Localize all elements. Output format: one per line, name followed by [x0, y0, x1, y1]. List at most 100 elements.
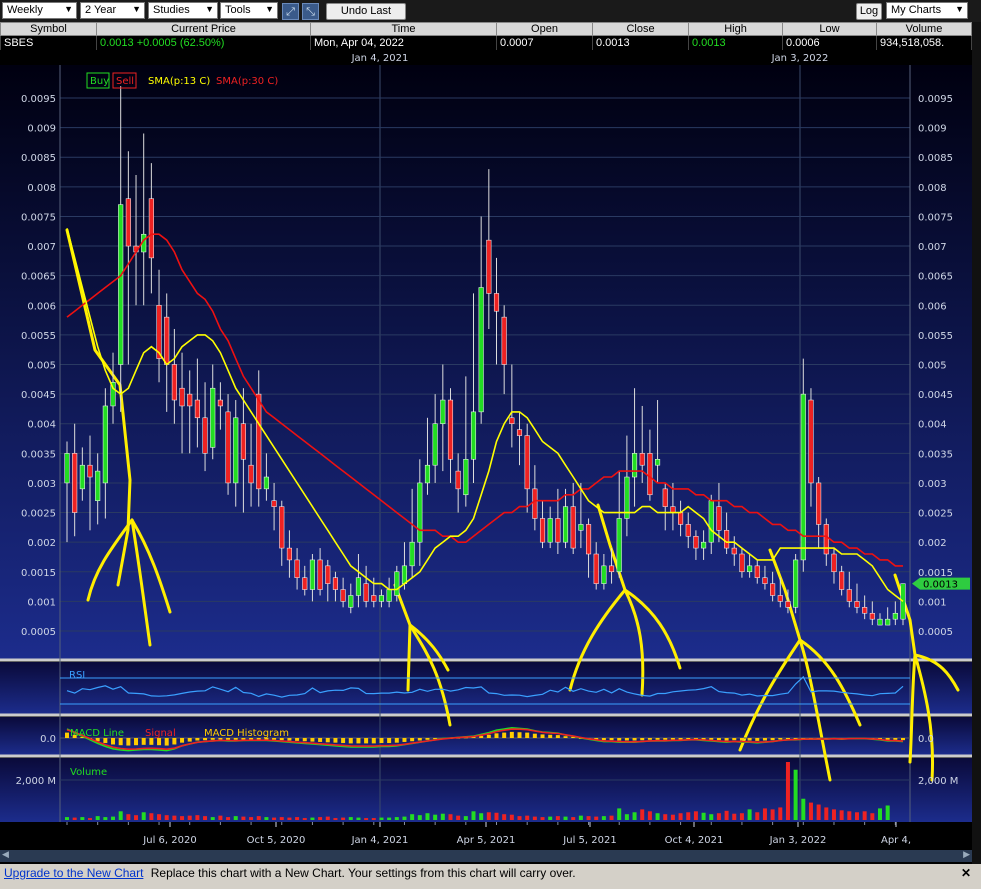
studies-select[interactable]: Studies ▼: [148, 2, 218, 19]
close-icon[interactable]: ✕: [961, 864, 971, 882]
volume-bar: [141, 812, 146, 820]
log-scale-button[interactable]: Log: [856, 3, 882, 20]
y-tick-label-right: 0.0015: [918, 568, 953, 579]
undo-last-button[interactable]: Undo Last: [326, 3, 406, 20]
y-tick-label: 0.0005: [21, 627, 56, 638]
macd-histogram-bar: [709, 738, 714, 740]
macd-histogram-bar: [149, 738, 154, 745]
candle-body: [455, 470, 461, 490]
candle-body: [647, 453, 653, 496]
chart-svg[interactable]: 0.0005 0.0005 0.001 0.001 0.0015 0.0015 0.002 0…: [0, 50, 972, 850]
macd-histogram-bar: [141, 738, 146, 745]
tools-select[interactable]: Tools ▼: [220, 2, 278, 19]
candle-body: [808, 399, 814, 484]
my-charts-select[interactable]: My Charts ▼: [886, 2, 968, 19]
y-tick-label: 0.007: [27, 242, 56, 253]
volume-bar: [839, 810, 844, 820]
volume-bar: [371, 818, 376, 820]
y-tick-label-right: 0.0055: [918, 331, 953, 342]
vertical-scrollbar[interactable]: [972, 22, 981, 864]
legend-sell: Sell: [116, 76, 134, 87]
macd-histogram-bar: [609, 738, 614, 741]
candle-body: [432, 423, 438, 466]
quote-table: Symbol Current Price Time Open Close Hig…: [0, 22, 972, 51]
y-tick-label: 0.002: [27, 538, 56, 549]
candle-body: [210, 387, 216, 448]
candle-body: [125, 198, 131, 247]
volume-bar: [877, 808, 882, 820]
upgrade-link[interactable]: Upgrade to the New Chart: [4, 866, 143, 880]
volume-bar: [364, 818, 369, 820]
symbol-cell: SBES: [0, 35, 97, 51]
candle-body: [839, 571, 845, 590]
chevron-down-icon: ▼: [955, 4, 964, 14]
rsi-panel: [0, 662, 972, 714]
candle-body: [478, 287, 484, 413]
horizontal-scrollbar[interactable]: ◀ ▶: [0, 850, 972, 862]
macd-histogram-bar: [617, 738, 622, 741]
candle-body: [731, 547, 737, 555]
candle-body: [332, 577, 338, 590]
volume-cell: 934,518,058.: [876, 35, 972, 51]
candle-body: [294, 559, 300, 578]
macd-histogram-bar: [371, 738, 376, 744]
y-tick-label: 0.001: [27, 597, 56, 608]
volume-bar: [256, 816, 261, 820]
volume-bar: [88, 818, 93, 820]
volume-bar: [456, 815, 461, 820]
macd-tick-right: 0.0: [918, 734, 934, 745]
volume-bar: [126, 814, 131, 820]
volume-bar: [402, 816, 407, 820]
macd-histogram-bar: [747, 738, 752, 741]
volume-bar: [264, 817, 269, 820]
scroll-right-icon[interactable]: ▶: [963, 850, 970, 860]
range-select[interactable]: 2 Year ▼: [80, 2, 145, 19]
volume-bar: [801, 798, 806, 820]
macd-histogram-bar: [548, 734, 553, 738]
volume-bar: [157, 814, 162, 820]
volume-bar: [670, 814, 675, 820]
chart-area[interactable]: 0.0005 0.0005 0.001 0.001 0.0015 0.0015 0.002 0…: [0, 50, 972, 850]
status-bar: Upgrade to the New Chart Replace this ch…: [0, 864, 981, 889]
candle-body: [348, 595, 354, 608]
volume-bar: [847, 811, 852, 820]
candle-body: [724, 530, 730, 549]
volume-bar: [632, 812, 637, 820]
x-tick-label: Jan 4, 2021: [351, 835, 409, 846]
y-tick-label: 0.0015: [21, 568, 56, 579]
zoom-out-icon[interactable]: ⤡: [302, 3, 319, 20]
macd-histogram-bar: [180, 738, 185, 743]
header-current-price: Current Price: [96, 22, 311, 36]
macd-histogram-bar: [195, 738, 200, 741]
volume-bar: [594, 816, 599, 820]
volume-bar: [394, 817, 399, 820]
volume-bar: [716, 813, 721, 820]
y-tick-label-right: 0.0035: [918, 449, 953, 460]
zoom-in-icon[interactable]: ⤢: [282, 3, 299, 20]
candle-body: [593, 553, 599, 584]
volume-bar: [486, 812, 491, 820]
candle-body: [532, 488, 538, 519]
candle-body: [655, 459, 661, 466]
header-volume: Volume: [876, 22, 972, 36]
macd-histogram-bar: [663, 738, 668, 740]
candle-body: [179, 387, 185, 407]
volume-bar: [172, 815, 177, 820]
candle-body: [616, 518, 622, 573]
y-tick-label: 0.0025: [21, 509, 56, 520]
macd-histogram-bar: [356, 738, 361, 744]
chart-toolbar: Weekly ▼ 2 Year ▼ Studies ▼ Tools ▼ ⤢ ⤡ Undo…: [0, 0, 981, 23]
macd-histogram-bar: [402, 738, 407, 742]
macd-histogram-bar: [325, 738, 330, 743]
candle-body: [95, 470, 101, 501]
scroll-left-icon[interactable]: ◀: [2, 850, 9, 860]
volume-bar: [111, 816, 116, 820]
volume-bar: [701, 812, 706, 820]
candle-body: [371, 595, 377, 602]
macd-histogram-bar: [655, 738, 660, 740]
header-symbol: Symbol: [0, 22, 97, 36]
volume-bar: [65, 817, 69, 820]
volume-bar: [563, 816, 568, 820]
volume-bar: [624, 814, 629, 820]
interval-select[interactable]: Weekly ▼: [2, 2, 77, 19]
